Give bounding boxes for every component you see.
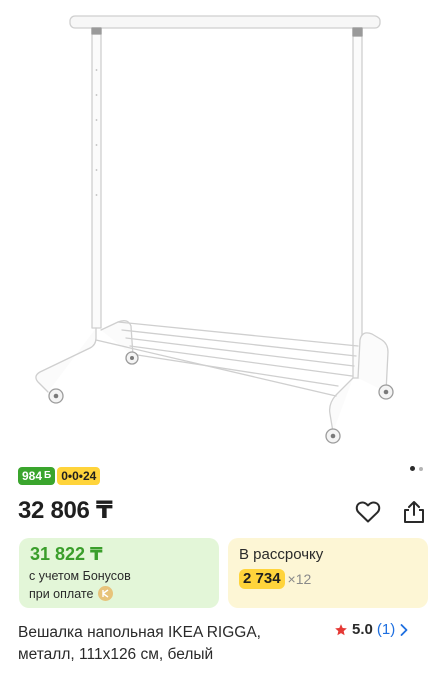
product-image[interactable] (0, 0, 448, 455)
product-title: Вешалка напольная IKEA RIGGA, металл, 11… (18, 624, 261, 663)
bonus-price: 31 822 ₸ (30, 544, 103, 564)
share-icon (404, 501, 424, 523)
favorite-button[interactable] (352, 496, 384, 528)
share-button[interactable] (398, 496, 430, 528)
heart-icon (355, 501, 381, 523)
review-count-link[interactable]: (1) (377, 621, 395, 638)
promo-badges: 984 Б 0•0•24 (18, 467, 101, 485)
bonus-badge-symbol: Б (44, 470, 52, 481)
rating-value: 5.0 (352, 621, 373, 638)
coin-icon (98, 586, 114, 601)
installment-card[interactable]: В рассрочку 2 734 ×12 (228, 538, 428, 608)
bonus-badge: 984 Б (18, 467, 56, 485)
chevron-right-icon[interactable] (399, 623, 409, 637)
bonus-price-card[interactable]: 31 822 ₸ с учетом Бонусов при оплате (19, 538, 219, 608)
installment-row: 2 734 ×12 (239, 569, 311, 589)
star-icon (335, 623, 347, 635)
gallery-dot[interactable] (419, 466, 423, 471)
clothes-rack-image (35, 15, 394, 444)
bonus-caption: с учетом Бонусов (29, 569, 131, 583)
gallery-dot-active[interactable] (410, 466, 415, 471)
product-price: 32 806 ₸ (18, 497, 113, 524)
installment-title: В рассрочку (239, 546, 324, 563)
bonus-payment-line: при оплате (29, 586, 114, 601)
gallery-dots[interactable] (410, 466, 423, 471)
installment-amount: 2 734 (239, 569, 285, 589)
bonus-payment-caption: при оплате (29, 586, 94, 601)
installment-badge: 0•0•24 (57, 467, 101, 485)
installment-months: ×12 (287, 571, 312, 587)
bonus-badge-value: 984 (22, 469, 43, 483)
product-rating[interactable]: 5.0 (1) (334, 621, 409, 638)
